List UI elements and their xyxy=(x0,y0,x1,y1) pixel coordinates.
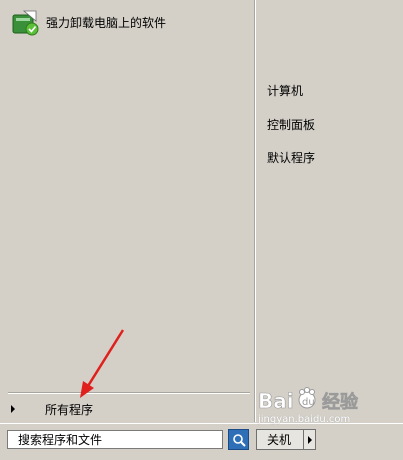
search-icon xyxy=(232,433,246,447)
right-item-label: 默认程序 xyxy=(267,151,316,165)
baidu-logo-icon: Bai du 经验 xyxy=(258,387,359,413)
shutdown-button[interactable]: 关机 xyxy=(256,429,304,450)
right-item-label: 计算机 xyxy=(267,84,304,98)
right-item-computer[interactable]: 计算机 xyxy=(267,81,303,101)
svg-text:du: du xyxy=(302,397,315,408)
right-item-control-panel[interactable]: 控制面板 xyxy=(267,115,315,135)
watermark-url: jingyan.baidu.com xyxy=(258,414,351,425)
right-item-default-programs[interactable]: 默认程序 xyxy=(267,148,315,168)
right-item-label: 控制面板 xyxy=(267,118,316,132)
search-button[interactable] xyxy=(228,429,249,450)
search-input[interactable] xyxy=(7,430,223,449)
pinned-program-label: 强力卸载电脑上的软件 xyxy=(46,15,167,30)
pinned-program-uninstaller[interactable]: 强力卸载电脑上的软件 xyxy=(10,6,250,38)
uninstaller-app-icon xyxy=(12,10,39,36)
all-programs-label: 所有程序 xyxy=(45,402,94,417)
shutdown-label: 关机 xyxy=(267,433,292,447)
start-menu-right-pane: 计算机 控制面板 默认程序 xyxy=(255,0,403,422)
baidu-watermark: Bai du 经验 jingyan.baidu.com xyxy=(256,384,403,430)
chevron-right-icon xyxy=(307,435,312,444)
shutdown-options-button[interactable] xyxy=(304,429,316,450)
start-menu-left-pane: 强力卸载电脑上的软件 所有程序 xyxy=(0,0,254,422)
expand-arrow-icon xyxy=(11,405,15,413)
svg-text:经验: 经验 xyxy=(322,391,359,413)
all-programs-button[interactable]: 所有程序 xyxy=(8,398,248,420)
all-programs-separator xyxy=(8,392,250,393)
svg-text:Bai: Bai xyxy=(258,389,294,413)
